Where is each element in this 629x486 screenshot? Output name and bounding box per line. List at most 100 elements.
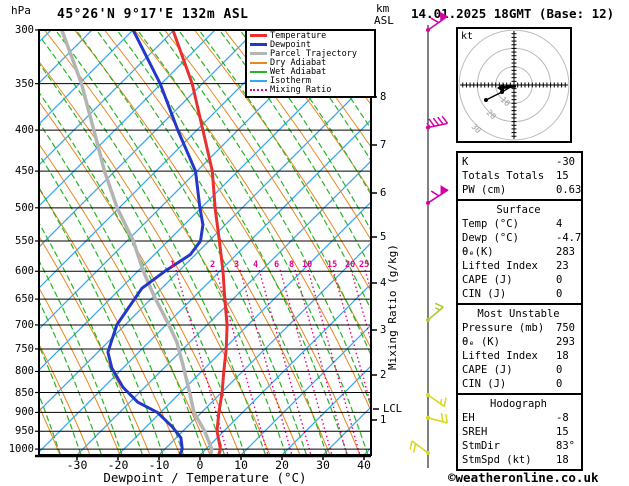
table-row-label: CIN (J) xyxy=(462,378,507,390)
indices-table-surface: Surface Temp (°C) 4 Dewp (°C) -4.7 θₑ(K) 283 Li… xyxy=(456,199,583,305)
mixing-ratio-value-label: 20 xyxy=(345,260,356,270)
wind-barb-base-dot xyxy=(426,415,430,420)
indices-table-most-unstable: Most Unstable Pressure (mb) 750 θₑ (K) 293 Li… xyxy=(456,303,583,395)
wind-barb-base-dot xyxy=(426,28,430,32)
table-row-label: CAPE (J) xyxy=(462,274,513,286)
indices-table-hodograph: Hodograph EH -8 SREH 15 StmDir 83° StmSpd (kt) 1… xyxy=(456,393,583,471)
table-row-value: 15 xyxy=(556,426,569,438)
table-row-label: Temp (°C) xyxy=(462,218,519,230)
wind-barb-half xyxy=(435,307,441,311)
legend-line-sample xyxy=(250,34,267,37)
table-row-label: Lifted Index xyxy=(462,260,538,272)
mixing-ratio-axis-label: Mixing Ratio (g/kg) xyxy=(386,244,399,370)
pressure-tick-label: 750 xyxy=(15,342,34,355)
table-row: Temp (°C) 4 xyxy=(462,217,581,231)
table-row-value: 4 xyxy=(556,218,563,230)
table-row-label: PW (cm) xyxy=(462,184,507,196)
copyright-text: ©weatheronline.co.uk xyxy=(448,470,599,485)
km-tick-label: 7 xyxy=(380,139,387,151)
km-tick-label: 1 xyxy=(380,414,387,426)
wet-adiabat-line xyxy=(609,30,629,455)
temperature-tick-label: -20 xyxy=(107,458,129,472)
wind-barb-full xyxy=(428,118,435,127)
hodograph: 102030 xyxy=(456,27,572,143)
temperature-tick-label: -10 xyxy=(148,458,170,472)
mixing-ratio-value-label: 4 xyxy=(253,260,259,270)
table-row: Pressure (mb) 750 xyxy=(462,321,581,335)
temperature-tick-label: 10 xyxy=(234,458,248,472)
pressure-tick-label: 850 xyxy=(15,386,34,399)
pressure-tick-label: 400 xyxy=(15,124,34,137)
table-row: CIN (J) 0 xyxy=(462,377,581,391)
legend-item: Temperature xyxy=(250,32,374,41)
wind-barb-base-dot xyxy=(426,317,430,322)
legend-item: Mixing Ratio xyxy=(250,86,374,95)
wind-barb-base-dot xyxy=(426,392,430,397)
table-row-value: 750 xyxy=(556,322,575,334)
table-row-value: -30 xyxy=(556,156,575,168)
pressure-tick-label: 450 xyxy=(15,165,34,178)
temperature-tick-label: 40 xyxy=(357,458,371,472)
mixing-ratio-line xyxy=(294,269,348,454)
pressure-tick-label: 600 xyxy=(15,265,34,278)
table-row: K -30 xyxy=(462,155,581,169)
table-row-value: 0.63 xyxy=(556,184,582,196)
table-row-label: θₑ(K) xyxy=(462,246,494,258)
wind-barb-staff xyxy=(427,306,444,321)
table-row: θₑ (K) 293 xyxy=(462,335,581,349)
table-row: Dewp (°C) -4.7 xyxy=(462,231,581,245)
legend-line-sample xyxy=(250,43,267,46)
mixing-ratio-value-label: 25 xyxy=(359,260,370,270)
legend-line-sample xyxy=(250,70,267,73)
table-row: PW (cm) 0.63 xyxy=(462,183,581,197)
table-title: Surface xyxy=(496,204,541,216)
table-row: θₑ(K) 283 xyxy=(462,245,581,259)
table-row-label: EH xyxy=(462,412,475,424)
wind-barb-staff xyxy=(427,417,448,424)
skewt-sounding-page: hPa 45°26'N 9°17'E 132m ASL km ASL 14.01… xyxy=(0,0,629,486)
table-row: Totals Totals 15 xyxy=(462,169,581,183)
table-row-value: 283 xyxy=(556,246,575,258)
table-row-value: 293 xyxy=(556,336,575,348)
table-row: CAPE (J) 0 xyxy=(462,363,581,377)
legend-item: Wet Adiabat xyxy=(250,68,374,77)
table-row: EH -8 xyxy=(462,411,581,425)
table-title: Most Unstable xyxy=(477,308,560,320)
table-row: Lifted Index 23 xyxy=(462,259,581,273)
table-row-label: Dewp (°C) xyxy=(462,232,519,244)
wind-barb-pennant xyxy=(439,11,448,22)
table-row: Lifted Index 18 xyxy=(462,349,581,363)
legend-line-sample xyxy=(250,88,267,91)
wind-barb-full xyxy=(409,440,413,450)
wind-barb-base-dot xyxy=(426,450,430,455)
wind-barb-full xyxy=(413,443,417,453)
table-row-value: 15 xyxy=(556,170,569,182)
table-row-value: -8 xyxy=(556,412,569,424)
wind-barb-half xyxy=(439,398,443,404)
pressure-tick-label: 650 xyxy=(15,293,34,306)
mixing-ratio-value-label: 8 xyxy=(289,260,295,270)
legend-line-sample xyxy=(250,52,267,55)
table-row-value: 23 xyxy=(556,260,569,272)
table-row-label: CIN (J) xyxy=(462,288,507,300)
pressure-tick-label: 800 xyxy=(15,365,34,378)
table-row-label: CAPE (J) xyxy=(462,364,513,376)
pressure-tick-label: 500 xyxy=(15,201,34,214)
temperature-axis-label: Dewpoint / Temperature (°C) xyxy=(103,470,307,485)
table-row: SREH 15 xyxy=(462,425,581,439)
km-tick-label: 8 xyxy=(380,91,387,103)
pressure-tick-label: 550 xyxy=(15,234,34,247)
mixing-ratio-value-label: 15 xyxy=(327,260,338,270)
pressure-tick-label: 700 xyxy=(15,318,34,331)
table-row-value: -4.7 xyxy=(556,232,582,244)
hodograph-unit-label: kt xyxy=(461,31,474,42)
mixing-ratio-line xyxy=(258,269,312,454)
table-row-value: 0 xyxy=(556,378,563,390)
legend-line-sample xyxy=(250,79,267,82)
table-row-label: StmSpd (kt) xyxy=(462,454,532,466)
km-tick-label: 4 xyxy=(380,277,387,289)
indices-table: K -30 Totals Totals 15 PW (cm) 0.63 xyxy=(456,151,583,201)
hodograph-trace-dot xyxy=(484,98,488,102)
wind-barb-full xyxy=(441,115,449,124)
wind-barb-full xyxy=(445,413,449,424)
